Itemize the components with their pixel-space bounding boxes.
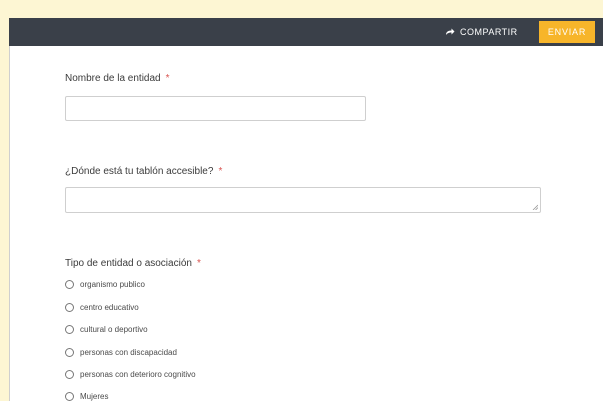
radio-button-icon[interactable] [65,370,74,379]
radio-option-cognitive-impairment[interactable]: personas con deterioro cognitivo [65,370,196,379]
radio-option-label: centro educativo [80,303,139,312]
radio-button-icon[interactable] [65,392,74,401]
radio-option-public-body[interactable]: organismo publico [65,280,145,289]
board-location-textarea[interactable] [65,187,541,213]
share-button-label: COMPARTIR [460,27,518,37]
radio-option-label: organismo publico [80,280,145,289]
radio-button-icon[interactable] [65,348,74,357]
share-button[interactable]: COMPARTIR [445,23,518,41]
field-label-entity-name: Nombre de la entidad * [65,73,170,84]
radio-option-label: cultural o deportivo [80,325,148,334]
field-label-entity-type: Tipo de entidad o asociación * [65,258,201,269]
radio-option-disability[interactable]: personas con discapacidad [65,348,177,357]
required-mark: * [196,258,201,269]
radio-option-women[interactable]: Mujeres [65,392,108,401]
resize-grip-icon[interactable] [532,204,538,210]
radio-option-label: personas con discapacidad [80,348,177,357]
radio-option-label: Mujeres [80,392,109,401]
required-mark: * [218,166,223,177]
top-toolbar: COMPARTIR ENVIAR [9,18,603,46]
form-window: COMPARTIR ENVIAR Nombre de la entidad * ¿… [9,18,603,401]
radio-button-icon[interactable] [65,280,74,289]
field-label-text: Nombre de la entidad [65,73,161,84]
send-button[interactable]: ENVIAR [539,21,595,43]
share-arrow-icon [445,28,455,36]
radio-option-cultural-sports[interactable]: cultural o deportivo [65,325,148,334]
divider [9,46,10,401]
required-mark: * [165,73,170,84]
field-label-board-location: ¿Dónde está tu tablón accesible? * [65,166,222,177]
radio-option-label: personas con deterioro cognitivo [80,370,196,379]
radio-button-icon[interactable] [65,303,74,312]
field-label-text: ¿Dónde está tu tablón accesible? [65,166,214,177]
radio-button-icon[interactable] [65,325,74,334]
entity-name-input[interactable] [65,96,366,121]
radio-option-educational-center[interactable]: centro educativo [65,303,139,312]
field-label-text: Tipo de entidad o asociación [65,258,192,269]
